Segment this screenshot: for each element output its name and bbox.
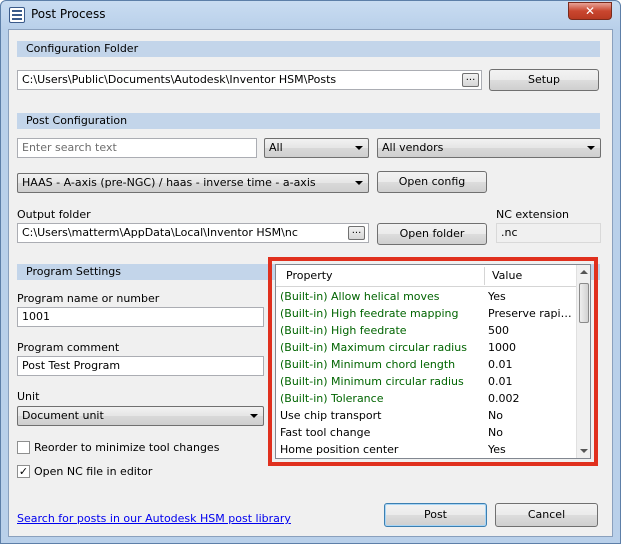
property-name: Home position center	[280, 443, 399, 456]
property-name: (Built-in) Maximum circular radius	[280, 341, 467, 354]
property-value[interactable]: No	[488, 407, 574, 424]
open-folder-button[interactable]: Open folder	[377, 223, 487, 245]
table-row[interactable]: (Built-in) High feedrate 500	[276, 322, 576, 339]
property-name: Use chip transport	[280, 409, 382, 422]
property-value[interactable]: 500	[488, 322, 574, 339]
scrollbar-thumb[interactable]	[579, 283, 589, 323]
output-folder-field[interactable]: C:\Users\matterm\AppData\Local\Inventor …	[17, 223, 369, 243]
app-icon	[9, 7, 25, 23]
section-header-post-configuration: Post Configuration	[17, 113, 600, 129]
cancel-button[interactable]: Cancel	[495, 503, 598, 527]
post-properties-grid[interactable]: Property Value (Built-in) Allow helical …	[275, 264, 591, 459]
program-comment-label: Program comment	[17, 341, 120, 354]
property-name: (Built-in) Allow helical moves	[280, 290, 440, 303]
column-divider[interactable]	[484, 267, 485, 285]
nc-extension-label: NC extension	[496, 208, 570, 221]
nc-extension-field[interactable]: .nc	[496, 223, 601, 243]
unit-select[interactable]: Document unit	[17, 406, 264, 426]
table-row[interactable]: Use chip transport No	[276, 407, 576, 424]
property-name: (Built-in) High feedrate mapping	[280, 307, 459, 320]
window-title: Post Process	[31, 7, 106, 21]
program-name-field[interactable]: 1001	[17, 307, 264, 327]
open-nc-file-label: Open NC file in editor	[34, 465, 153, 478]
program-comment-field[interactable]: Post Test Program	[17, 356, 264, 376]
output-folder-browse-button[interactable]: ...	[348, 226, 365, 240]
table-row[interactable]: Home position center Yes	[276, 441, 576, 458]
reorder-tool-changes-checkbox[interactable]	[17, 441, 30, 454]
chevron-down-icon	[355, 146, 363, 150]
open-nc-file-checkbox[interactable]: ✓	[17, 465, 30, 478]
property-value[interactable]: 1000	[488, 339, 574, 356]
close-button[interactable]: ✕	[568, 2, 612, 20]
property-value[interactable]: 0.01	[488, 373, 574, 390]
property-value[interactable]: No	[488, 424, 574, 441]
property-value[interactable]: Preserve rapid movement	[488, 305, 574, 322]
post-button[interactable]: Post	[384, 503, 487, 527]
table-row[interactable]: (Built-in) Tolerance 0.002	[276, 390, 576, 407]
output-folder-label: Output folder	[17, 208, 91, 221]
post-library-link[interactable]: Search for posts in our Autodesk HSM pos…	[17, 512, 291, 525]
table-row[interactable]: Fast tool change No	[276, 424, 576, 441]
scroll-up-icon[interactable]	[580, 270, 588, 274]
grid-header: Property Value	[276, 265, 576, 287]
grid-scrollbar[interactable]	[576, 265, 590, 458]
table-row[interactable]: (Built-in) High feedrate mapping Preserve…	[276, 305, 576, 322]
config-folder-browse-button[interactable]: ...	[462, 73, 479, 87]
post-processor-value: HAAS - A-axis (pre-NGC) / haas - inverse…	[22, 176, 316, 189]
configuration-folder-field[interactable]: C:\Users\Public\Documents\Autodesk\Inven…	[17, 70, 482, 90]
section-header-configuration-folder: Configuration Folder	[17, 41, 600, 57]
property-value[interactable]: 0.01	[488, 356, 574, 373]
column-header-property[interactable]: Property	[282, 265, 333, 287]
post-processor-select[interactable]: HAAS - A-axis (pre-NGC) / haas - inverse…	[17, 173, 369, 193]
reorder-tool-changes-label: Reorder to minimize tool changes	[34, 441, 220, 454]
post-process-window: Post Process ✕ Configuration Folder C:\U…	[0, 0, 621, 544]
vendor-select[interactable]: All vendors	[377, 138, 601, 158]
post-search-input[interactable]: Enter search text	[17, 138, 257, 158]
title-bar[interactable]: Post Process ✕	[1, 1, 620, 29]
property-name: (Built-in) High feedrate	[280, 324, 407, 337]
property-value[interactable]: Yes	[488, 288, 574, 305]
property-value[interactable]: Yes	[488, 441, 574, 458]
setup-button[interactable]: Setup	[489, 69, 599, 91]
chevron-down-icon	[355, 181, 363, 185]
post-filter-value: All	[269, 141, 283, 154]
scroll-down-icon[interactable]	[580, 449, 588, 453]
program-name-label: Program name or number	[17, 292, 160, 305]
post-filter-select[interactable]: All	[264, 138, 369, 158]
table-row[interactable]: (Built-in) Maximum circular radius 1000	[276, 339, 576, 356]
unit-value: Document unit	[22, 409, 104, 422]
vendor-value: All vendors	[382, 141, 444, 154]
table-row[interactable]: (Built-in) Minimum chord length 0.01	[276, 356, 576, 373]
unit-label: Unit	[17, 390, 40, 403]
column-header-value[interactable]: Value	[488, 265, 522, 287]
table-row[interactable]: (Built-in) Minimum circular radius 0.01	[276, 373, 576, 390]
property-name: (Built-in) Minimum circular radius	[280, 375, 464, 388]
table-row[interactable]: (Built-in) Allow helical moves Yes	[276, 288, 576, 305]
property-name: Fast tool change	[280, 426, 371, 439]
chevron-down-icon	[587, 146, 595, 150]
property-name: (Built-in) Tolerance	[280, 392, 384, 405]
open-config-button[interactable]: Open config	[377, 171, 487, 193]
chevron-down-icon	[250, 414, 258, 418]
property-name: (Built-in) Minimum chord length	[280, 358, 456, 371]
property-value[interactable]: 0.002	[488, 390, 574, 407]
